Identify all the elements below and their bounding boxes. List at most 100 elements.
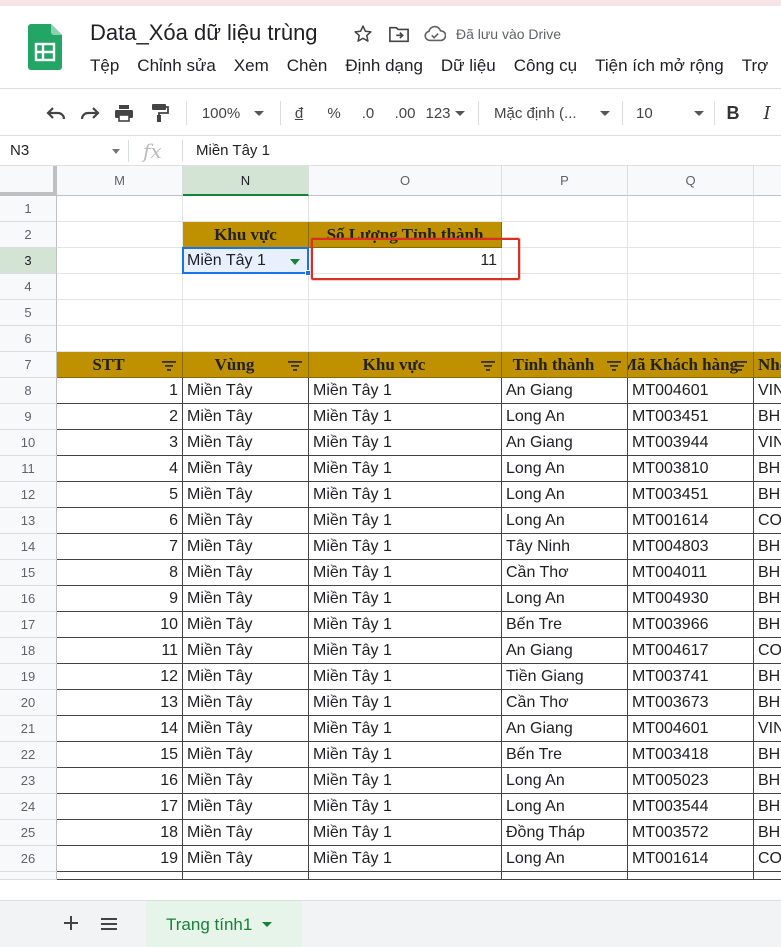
menu-data[interactable]: Dữ liệu [441,56,496,82]
table-cell[interactable]: Long An [502,768,628,794]
cell[interactable] [309,326,502,352]
table-cell[interactable]: Miền Tây [183,742,309,768]
table-cell[interactable]: Bến Tre [502,612,628,638]
table-cell[interactable]: CO [754,846,781,872]
table-cell[interactable]: BH [754,404,781,430]
row-header-20[interactable]: 20 [0,690,57,716]
table-cell[interactable]: Miền Tây [183,716,309,742]
cell[interactable] [754,222,781,248]
table-cell[interactable]: Long An [502,586,628,612]
cell[interactable] [754,326,781,352]
row-header-1[interactable]: 1 [0,196,57,222]
summary-header-count[interactable]: Số Lượng Tỉnh thành [309,222,502,248]
row-header-21[interactable]: 21 [0,716,57,742]
table-cell[interactable] [628,872,754,880]
table-cell[interactable]: VIN [754,716,781,742]
dropdown-chevron-icon[interactable] [290,259,300,265]
table-cell[interactable]: VIN [754,430,781,456]
table-cell[interactable]: Miền Tây [183,612,309,638]
row-header-24[interactable]: 24 [0,794,57,820]
table-cell[interactable]: MT003544 [628,794,754,820]
count-result-cell[interactable]: 11 [309,248,502,274]
table-cell[interactable]: Miền Tây [183,482,309,508]
row-header-6[interactable]: 6 [0,326,57,352]
table-cell[interactable]: MT001614 [628,508,754,534]
cell[interactable] [754,248,781,274]
filter-icon[interactable] [288,361,302,371]
filter-icon[interactable] [733,361,747,371]
table-cell[interactable]: BH [754,482,781,508]
row-header-4[interactable]: 4 [0,274,57,300]
menu-view[interactable]: Xem [234,56,269,82]
cell[interactable] [628,300,754,326]
table-cell[interactable]: 19 [57,846,183,872]
table-cell[interactable]: Miền Tây 1 [309,638,502,664]
table-cell[interactable]: 4 [57,456,183,482]
star-icon[interactable] [352,23,374,45]
table-cell[interactable]: BH [754,534,781,560]
table-cell[interactable]: Miền Tây 1 [309,794,502,820]
table-cell[interactable]: BH [754,690,781,716]
cell[interactable] [57,326,183,352]
table-cell[interactable]: Miền Tây [183,456,309,482]
cell[interactable] [502,300,628,326]
table-cell[interactable]: BH [754,742,781,768]
row-header-11[interactable]: 11 [0,456,57,482]
row-header-23[interactable]: 23 [0,768,57,794]
table-cell[interactable]: Miền Tây 1 [309,586,502,612]
row-header-13[interactable]: 13 [0,508,57,534]
table-cell[interactable]: BH [754,820,781,846]
table-cell[interactable]: 12 [57,664,183,690]
table-cell[interactable]: 13 [57,690,183,716]
row-header-partial[interactable] [0,872,57,880]
table-cell[interactable]: BH [754,560,781,586]
table-cell[interactable]: Miền Tây [183,690,309,716]
filter-icon[interactable] [607,361,621,371]
table-cell[interactable]: MT003451 [628,482,754,508]
table-cell[interactable]: CO [754,638,781,664]
table-cell[interactable]: Miền Tây 1 [309,378,502,404]
cell[interactable] [502,196,628,222]
cloud-saved-icon[interactable] [424,23,446,45]
cell[interactable] [57,300,183,326]
table-cell[interactable]: MT004011 [628,560,754,586]
italic-button[interactable]: I [758,101,776,125]
table-cell[interactable]: Miền Tây 1 [309,404,502,430]
table-cell[interactable]: Long An [502,404,628,430]
table-cell[interactable]: 7 [57,534,183,560]
table-cell[interactable] [57,872,183,880]
cell[interactable] [754,196,781,222]
cell[interactable] [628,274,754,300]
table-cell[interactable]: Miền Tây 1 [309,612,502,638]
table-cell[interactable]: 1 [57,378,183,404]
chevron-down-icon[interactable] [262,922,273,927]
table-cell[interactable]: Miền Tây 1 [309,508,502,534]
table-cell[interactable]: An Giang [502,430,628,456]
table-cell[interactable]: 9 [57,586,183,612]
row-header-9[interactable]: 9 [0,404,57,430]
table-cell[interactable]: Miền Tây 1 [309,664,502,690]
cell[interactable] [628,248,754,274]
menu-tools[interactable]: Công cụ [514,56,577,82]
table-cell[interactable]: 17 [57,794,183,820]
cell[interactable] [502,274,628,300]
table-cell[interactable]: Đồng Tháp [502,820,628,846]
table-cell[interactable]: Long An [502,508,628,534]
menu-file[interactable]: Tệp [90,56,119,82]
column-header-q[interactable]: Q [628,166,754,196]
summary-header-region[interactable]: Khu vực [183,222,309,248]
table-cell[interactable]: BH [754,794,781,820]
table-cell[interactable]: 14 [57,716,183,742]
document-title[interactable]: Data_Xóa dữ liệu trùng [90,20,318,46]
column-header-partial[interactable] [754,166,781,196]
cell[interactable] [309,196,502,222]
cell[interactable] [57,248,183,274]
table-cell[interactable]: Miền Tây 1 [309,534,502,560]
table-cell[interactable]: MT003810 [628,456,754,482]
row-header-17[interactable]: 17 [0,612,57,638]
row-header-16[interactable]: 16 [0,586,57,612]
undo-icon[interactable] [44,101,68,125]
table-cell[interactable]: MT003451 [628,404,754,430]
table-cell[interactable]: MT005023 [628,768,754,794]
cell[interactable] [183,326,309,352]
